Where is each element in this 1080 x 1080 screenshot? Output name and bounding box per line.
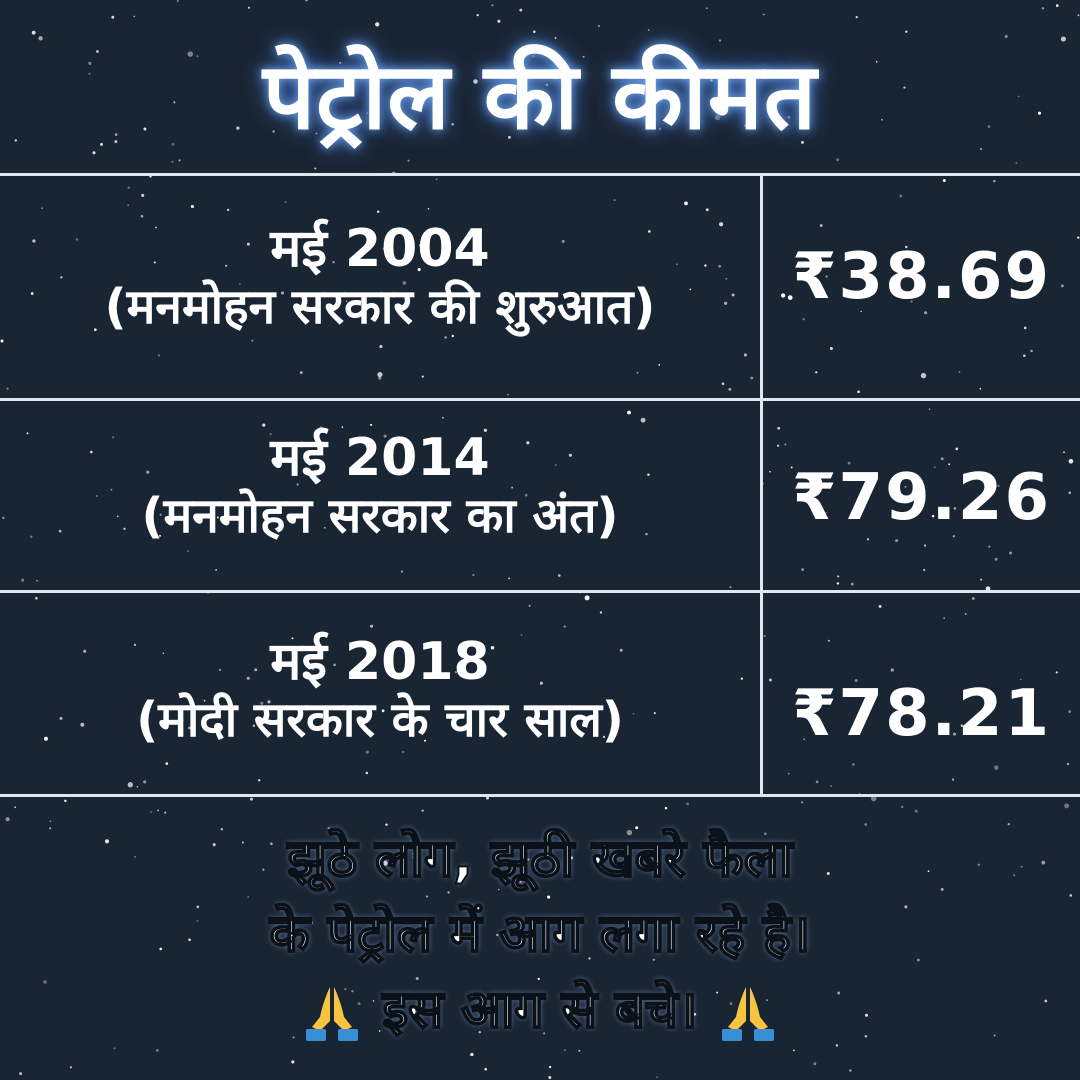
star <box>849 1069 852 1072</box>
price-cell: ₹38.69 <box>792 240 1051 314</box>
star <box>19 1072 23 1076</box>
star <box>171 160 174 163</box>
footer-line-1: झूठे लोग, झूठी खबरे फैला <box>287 828 794 890</box>
footer-line-2: के पेट्रोल में आग लगा रहे है। <box>269 903 812 965</box>
footer-line-3: इस आग से बचे। <box>0 973 1080 1048</box>
star <box>793 1049 795 1052</box>
star <box>248 6 250 9</box>
star <box>836 158 840 162</box>
row-date: मई 2014 <box>270 428 490 488</box>
table-row: मई 2018 (मोदी सरकार के चार साल) ₹78.21 <box>0 593 1080 794</box>
table-row: मई 2014 (मनमोहन सरकार का अंत) ₹79.26 <box>0 401 1080 590</box>
star <box>69 1066 72 1069</box>
star <box>564 1049 566 1052</box>
star <box>5 817 10 822</box>
folded-hands-icon <box>306 986 359 1041</box>
star <box>470 1052 474 1057</box>
footer-message: झूठे लोग, झूठी खबरे फैला के पेट्रोल में … <box>0 822 1080 1048</box>
period-cell: मई 2014 (मनमोहन सरकार का अंत) <box>0 428 760 544</box>
star <box>249 797 254 801</box>
star <box>497 19 501 23</box>
price-cell: ₹79.26 <box>792 461 1051 535</box>
period-cell: मई 2018 (मोदी सरकार के चार साल) <box>0 632 760 748</box>
star <box>176 0 179 2</box>
star <box>686 802 689 806</box>
row-period: (मोदी सरकार के चार साल) <box>136 691 624 748</box>
star <box>305 0 308 2</box>
star <box>111 15 115 19</box>
star <box>578 1049 581 1052</box>
star <box>597 24 600 28</box>
star <box>519 8 523 12</box>
star <box>291 1060 295 1064</box>
star <box>155 1048 159 1052</box>
star <box>762 13 765 16</box>
star <box>407 159 410 162</box>
star <box>314 167 317 170</box>
row-period: (मनमोहन सरकार की शुरुआत) <box>104 278 656 335</box>
star <box>1015 161 1018 164</box>
star <box>1055 4 1059 7</box>
star <box>664 806 668 810</box>
star <box>157 809 159 812</box>
star <box>914 809 918 813</box>
star <box>813 1062 817 1066</box>
star <box>476 13 479 17</box>
star <box>164 811 167 814</box>
star <box>14 806 17 809</box>
star <box>484 1067 488 1071</box>
star <box>801 801 804 804</box>
table-bottom-border <box>0 794 1080 797</box>
star <box>133 15 136 18</box>
star <box>705 7 708 10</box>
star <box>900 805 904 809</box>
star <box>64 799 67 803</box>
star <box>548 1065 552 1069</box>
star <box>421 809 424 812</box>
price-cell: ₹78.21 <box>792 677 1051 751</box>
table-row: मई 2004 (मनमोहन सरकार की शुरुआत) ₹38.69 <box>0 176 1080 398</box>
star <box>1064 803 1070 809</box>
row-date: मई 2018 <box>270 632 490 692</box>
star <box>375 22 380 27</box>
star <box>656 1076 659 1079</box>
star <box>491 4 494 7</box>
star <box>548 1076 552 1079</box>
star <box>178 159 181 162</box>
row-period: (मनमोहन सरकार का अंत) <box>141 487 619 544</box>
period-cell: मई 2004 (मनमोहन सरकार की शुरुआत) <box>0 219 760 335</box>
star <box>1041 7 1045 10</box>
star <box>150 811 152 813</box>
star <box>1077 14 1080 17</box>
page-title: पेट्रोल की कीमत <box>262 43 818 150</box>
footer-line-3-text: इस आग से बचे। <box>382 979 699 1041</box>
folded-hands-icon <box>721 986 774 1041</box>
row-date: मई 2004 <box>270 219 490 279</box>
star <box>855 15 858 19</box>
